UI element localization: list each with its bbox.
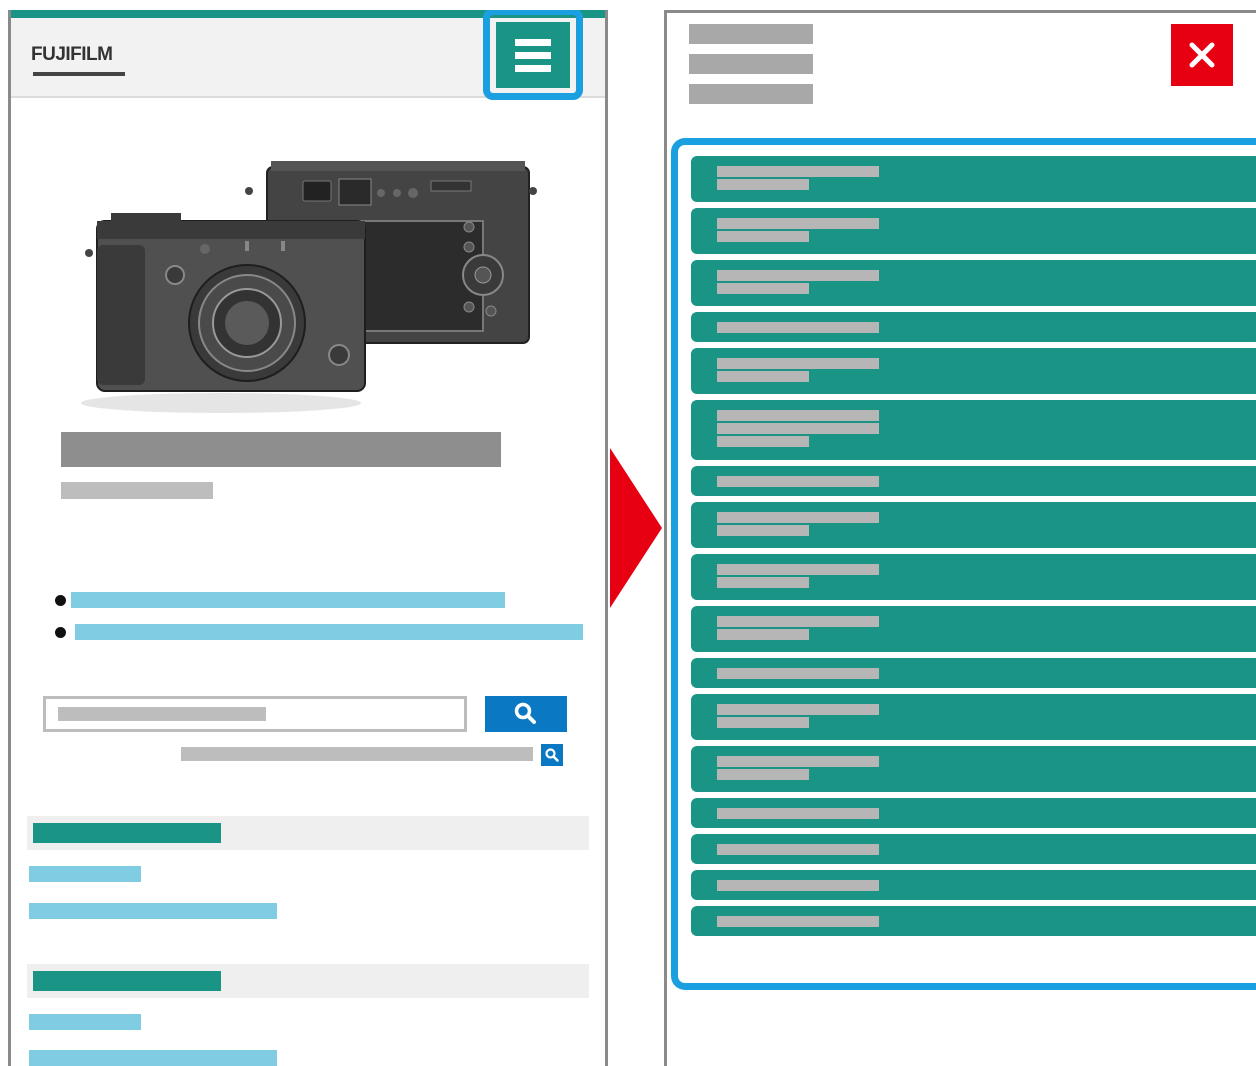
menu-item-label xyxy=(717,880,879,891)
menu-item[interactable] xyxy=(691,400,1256,460)
menu-item-label xyxy=(717,423,879,434)
menu-item[interactable] xyxy=(691,870,1256,900)
menu-item-label xyxy=(717,756,879,767)
menu-item-label xyxy=(717,769,809,780)
menu-item-label xyxy=(717,512,879,523)
menu-item-label xyxy=(717,410,879,421)
section-header xyxy=(27,816,589,850)
menu-header-line xyxy=(689,24,813,44)
menu-item-label xyxy=(717,322,879,333)
brand-logo[interactable]: FUJIFILM xyxy=(31,44,113,66)
menu-item-label xyxy=(717,616,879,627)
search-button[interactable] xyxy=(485,696,567,732)
menu-header-line xyxy=(689,84,813,104)
menu-header-line xyxy=(689,54,813,74)
menu-item-label xyxy=(717,668,879,679)
menu-item-label xyxy=(717,270,879,281)
illustration-stage: FUJIFILM xyxy=(0,0,1256,1066)
menu-item-label xyxy=(717,218,879,229)
arrow-right-icon xyxy=(610,448,662,608)
menu-item[interactable] xyxy=(691,208,1256,254)
menu-item[interactable] xyxy=(691,658,1256,688)
menu-item[interactable] xyxy=(691,746,1256,792)
section-link[interactable] xyxy=(29,866,141,882)
advanced-search-link[interactable] xyxy=(181,747,533,761)
menu-item-label xyxy=(717,358,879,369)
menu-item-label xyxy=(717,704,879,715)
search-input[interactable] xyxy=(43,696,467,732)
section-title xyxy=(33,971,221,991)
menu-item-label xyxy=(717,916,879,927)
menu-item[interactable] xyxy=(691,798,1256,828)
bullet-icon xyxy=(55,595,66,606)
menu-item[interactable] xyxy=(691,466,1256,496)
menu-item[interactable] xyxy=(691,312,1256,342)
menu-item-label xyxy=(717,476,879,487)
search-placeholder xyxy=(58,707,266,721)
menu-item-label xyxy=(717,166,879,177)
menu-item-label xyxy=(717,629,809,640)
product-subtitle xyxy=(61,482,213,499)
close-icon xyxy=(1189,42,1215,68)
menu-item-label xyxy=(717,717,809,728)
menu-item[interactable] xyxy=(691,554,1256,600)
menu-item[interactable] xyxy=(691,156,1256,202)
menu-item[interactable] xyxy=(691,834,1256,864)
bullet-link[interactable] xyxy=(75,624,583,640)
section-title xyxy=(33,823,221,843)
section-header xyxy=(27,964,589,998)
menu-item-label xyxy=(717,283,809,294)
section-link[interactable] xyxy=(29,1050,277,1066)
menu-button[interactable] xyxy=(496,22,570,88)
menu-item-label xyxy=(717,564,879,575)
advanced-search-button[interactable] xyxy=(541,744,563,766)
menu-item[interactable] xyxy=(691,906,1256,936)
phone-screen-menu-open xyxy=(664,10,1256,1066)
menu-item-label xyxy=(717,436,809,447)
menu-item[interactable] xyxy=(691,694,1256,740)
menu-item[interactable] xyxy=(691,502,1256,548)
close-button[interactable] xyxy=(1171,24,1233,86)
search-icon xyxy=(514,702,536,724)
menu-item-label xyxy=(717,231,809,242)
phone-screen-home: FUJIFILM xyxy=(8,10,608,1066)
search-icon xyxy=(545,748,559,762)
menu-item-label xyxy=(717,179,809,190)
logo-underline xyxy=(33,72,125,76)
camera-illustration xyxy=(81,161,537,413)
list-item xyxy=(55,590,515,610)
product-title xyxy=(61,432,501,467)
top-border xyxy=(667,10,1256,13)
menu-item[interactable] xyxy=(691,606,1256,652)
menu-item-label xyxy=(717,844,879,855)
bullet-icon xyxy=(55,627,66,638)
menu-item-label xyxy=(717,577,809,588)
list-item xyxy=(55,622,585,642)
menu-item-label xyxy=(717,808,879,819)
menu-item[interactable] xyxy=(691,348,1256,394)
menu-item-label xyxy=(717,371,809,382)
menu-item-label xyxy=(717,525,809,536)
section-link[interactable] xyxy=(29,903,277,919)
section-link[interactable] xyxy=(29,1014,141,1030)
bullet-link[interactable] xyxy=(71,592,505,608)
camera-front-view xyxy=(81,213,366,413)
menu-item[interactable] xyxy=(691,260,1256,306)
